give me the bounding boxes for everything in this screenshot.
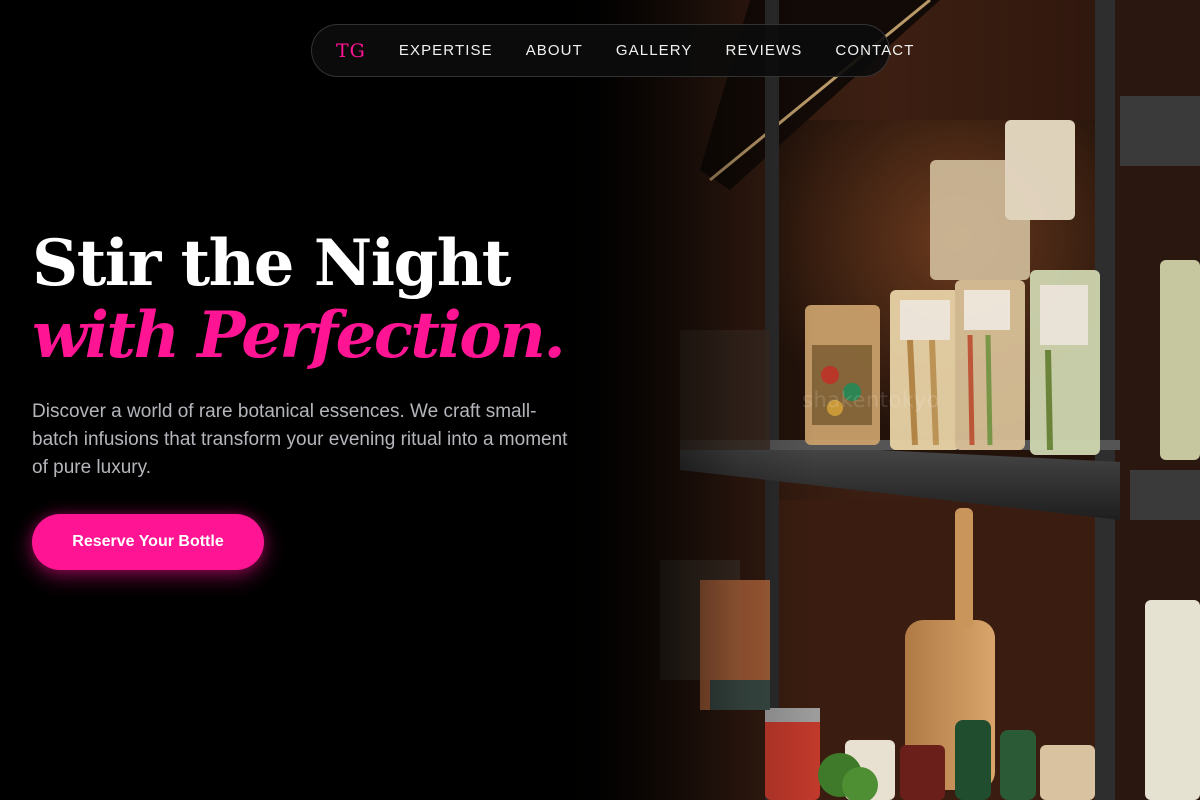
hero-photo: shakentokyo bbox=[560, 0, 1200, 800]
nav-link-expertise[interactable]: EXPERTISE bbox=[399, 42, 493, 59]
nav-link-gallery[interactable]: GALLERY bbox=[616, 42, 693, 59]
nav-link-about[interactable]: ABOUT bbox=[526, 42, 583, 59]
photo-watermark: shakentokyo bbox=[802, 388, 941, 412]
nav-link-reviews[interactable]: REVIEWS bbox=[726, 42, 803, 59]
brand-logo[interactable]: TG bbox=[336, 40, 366, 62]
headline-line-1: Stir the Night bbox=[32, 226, 511, 301]
nav-link-contact[interactable]: CONTACT bbox=[835, 42, 914, 59]
main-nav: TG EXPERTISE ABOUT GALLERY REVIEWS CONTA… bbox=[311, 24, 913, 77]
hero-description: Discover a world of rare botanical essen… bbox=[32, 401, 568, 478]
hero-headline: Stir the Night with Perfection. bbox=[32, 226, 566, 373]
landing-page: shakentokyo TG EXPERTISE ABOUT GALLERY R… bbox=[0, 0, 1200, 800]
headline-line-2: with Perfection. bbox=[32, 298, 566, 373]
reserve-bottle-button[interactable]: Reserve Your Bottle bbox=[32, 514, 264, 570]
